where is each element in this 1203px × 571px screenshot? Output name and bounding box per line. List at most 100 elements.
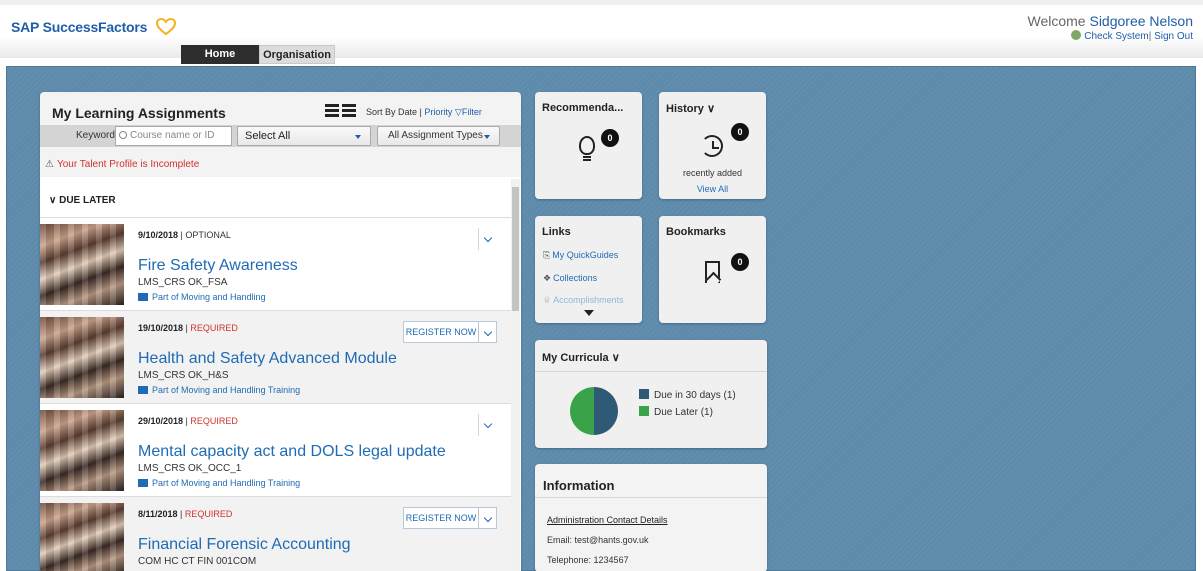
folder-icon bbox=[138, 293, 148, 301]
course-code: COM HC CT FIN 001COM bbox=[138, 556, 257, 567]
part-of-link[interactable]: Part of Moving and Handling Training bbox=[138, 478, 300, 488]
count-badge: 0 bbox=[731, 253, 749, 271]
panel-title[interactable]: My Curricula ∨ bbox=[542, 351, 620, 364]
group-label: DUE LATER bbox=[59, 195, 116, 206]
tile-title: Links bbox=[542, 226, 571, 238]
folder-icon bbox=[138, 386, 148, 394]
row-menu-chevron[interactable] bbox=[478, 228, 497, 250]
tab-organisation[interactable]: Organisation bbox=[259, 45, 335, 64]
register-options-chevron[interactable] bbox=[478, 321, 497, 343]
talent-warning-text: Your Talent Profile is Incomplete bbox=[56, 159, 200, 170]
sort-priority-link[interactable]: Priority bbox=[424, 107, 452, 117]
scroll-down-arrow-icon[interactable] bbox=[584, 310, 594, 316]
contact-telephone: Telephone: 1234567 bbox=[547, 555, 629, 565]
course-thumbnail[interactable] bbox=[40, 503, 124, 571]
sort-by-date[interactable]: Sort By Date | bbox=[366, 107, 422, 117]
course-title-link[interactable]: Financial Forensic Accounting bbox=[138, 536, 351, 554]
panel-title: My Learning Assignments bbox=[52, 105, 226, 121]
link-label: Collections bbox=[553, 273, 598, 283]
link-accomplishments[interactable]: ♕ Accomplishments bbox=[543, 295, 624, 306]
scrollbar-thumb[interactable] bbox=[512, 187, 519, 311]
count-badge: 0 bbox=[601, 129, 619, 147]
assignment-row: 9/10/2018 | OPTIONAL Fire Safety Awarene… bbox=[40, 217, 511, 310]
sign-out-link[interactable]: Sign Out bbox=[1154, 31, 1193, 42]
legend-due-30-days: Due in 30 days (1) bbox=[639, 389, 736, 401]
course-thumbnail[interactable] bbox=[40, 410, 124, 491]
curricula-title: My Curricula bbox=[542, 352, 609, 364]
legend-swatch bbox=[639, 406, 649, 416]
information-panel: Information Administration Contact Detai… bbox=[535, 464, 767, 571]
assignment-list: ∨ DUE LATER 9/10/2018 | OPTIONAL Fire Sa… bbox=[40, 177, 521, 571]
welcome-area: Welcome Sidgoree Nelson Check System| Si… bbox=[1028, 13, 1194, 42]
chevron-down-icon: ∨ bbox=[49, 195, 57, 206]
view-toggle bbox=[325, 104, 359, 118]
divider bbox=[535, 497, 767, 498]
view-all-link[interactable]: View All bbox=[659, 184, 766, 194]
course-title-link[interactable]: Health and Safety Advanced Module bbox=[138, 350, 397, 368]
history-clock-icon bbox=[701, 135, 723, 157]
assignment-status: REQUIRED bbox=[190, 323, 238, 333]
keyword-search-input[interactable]: Course name or ID bbox=[115, 126, 232, 146]
chevron-down-icon: ∨ bbox=[706, 103, 716, 115]
welcome-text: Welcome bbox=[1027, 13, 1086, 29]
main-tabs: Home Organisation bbox=[181, 45, 335, 64]
history-tile[interactable]: History ∨ 0 recently added View All bbox=[659, 92, 766, 199]
course-thumbnail[interactable] bbox=[40, 317, 124, 398]
course-thumbnail[interactable] bbox=[40, 224, 124, 305]
scrollbar[interactable] bbox=[511, 179, 520, 571]
admin-contact-link[interactable]: Administration Contact Details bbox=[547, 515, 668, 525]
links-tile: Links ⎘ My QuickGuides ❖ Collections ♕ Acco… bbox=[535, 216, 642, 323]
part-of-text: Part of Moving and Handling Training bbox=[152, 478, 301, 488]
tab-home[interactable]: Home bbox=[181, 45, 259, 64]
quickguide-icon: ⎘ bbox=[543, 250, 551, 260]
link-my-quickguides[interactable]: ⎘ My QuickGuides bbox=[543, 250, 618, 261]
count-badge: 0 bbox=[731, 123, 749, 141]
sort-bar: Sort By Date | Priority ▽Filter bbox=[366, 107, 482, 118]
warning-icon: ⚠ bbox=[45, 159, 54, 170]
talent-profile-warning[interactable]: ⚠ Your Talent Profile is Incomplete bbox=[45, 159, 199, 170]
assignment-types-dropdown[interactable]: All Assignment Types bbox=[377, 126, 500, 146]
filter-link[interactable]: Filter bbox=[462, 107, 482, 117]
register-now-button[interactable]: REGISTER NOW bbox=[403, 321, 479, 343]
register-options-chevron[interactable] bbox=[478, 507, 497, 529]
part-of-link[interactable]: Part of Moving and Handling Training bbox=[138, 385, 300, 395]
course-code: LMS_CRS OK_OCC_1 bbox=[138, 463, 242, 474]
recently-added-label: recently added bbox=[682, 168, 743, 178]
assignment-meta: 19/10/2018 | REQUIRED bbox=[138, 323, 238, 333]
dropdown-arrow-icon bbox=[355, 135, 361, 139]
legend-label: Due Later (1) bbox=[654, 407, 713, 418]
bookmark-icon bbox=[705, 261, 720, 283]
tile-title[interactable]: History ∨ bbox=[666, 102, 715, 115]
keyword-placeholder: Course name or ID bbox=[130, 130, 215, 141]
due-date: 8/11/2018 bbox=[138, 509, 178, 519]
check-system-link[interactable]: Check System bbox=[1084, 31, 1148, 42]
assignment-row: 8/11/2018 | REQUIRED Financial Forensic … bbox=[40, 496, 511, 571]
collections-icon: ❖ bbox=[543, 273, 552, 283]
bookmarks-tile[interactable]: Bookmarks 0 bbox=[659, 216, 766, 323]
due-later-toggle[interactable]: ∨ DUE LATER bbox=[49, 195, 116, 206]
due-date: 29/10/2018 bbox=[138, 416, 184, 426]
user-name-link[interactable]: Sidgoree Nelson bbox=[1089, 13, 1193, 29]
part-of-link[interactable]: Part of Moving and Handling bbox=[138, 292, 266, 302]
lightbulb-base bbox=[583, 156, 591, 161]
sap-logo[interactable]: SAP SuccessFactors bbox=[11, 19, 147, 35]
recommendations-tile[interactable]: Recommenda... 0 bbox=[535, 92, 642, 199]
search-icon bbox=[119, 131, 127, 139]
row-menu-chevron[interactable] bbox=[478, 414, 497, 436]
register-now-button[interactable]: REGISTER NOW bbox=[403, 507, 479, 529]
filter-icon[interactable]: ▽ bbox=[455, 107, 462, 117]
list-view-icon[interactable] bbox=[325, 104, 339, 117]
link-collections[interactable]: ❖ Collections bbox=[543, 273, 597, 284]
chevron-down-icon: ∨ bbox=[611, 352, 620, 364]
curricula-pie-chart[interactable] bbox=[570, 387, 618, 435]
compact-view-icon[interactable] bbox=[342, 104, 356, 117]
select-all-dropdown[interactable]: Select All bbox=[237, 126, 371, 146]
assignment-row: 29/10/2018 | REQUIRED Mental capacity ac… bbox=[40, 403, 511, 496]
course-title-link[interactable]: Mental capacity act and DOLS legal updat… bbox=[138, 443, 446, 461]
contact-email: Email: test@hants.gov.uk bbox=[547, 535, 649, 545]
my-curricula-panel: My Curricula ∨ Due in 30 days (1) Due La… bbox=[535, 340, 767, 448]
lightbulb-icon bbox=[579, 136, 595, 155]
due-date: 9/10/2018 bbox=[138, 230, 179, 240]
course-title-link[interactable]: Fire Safety Awareness bbox=[138, 257, 298, 275]
dropdown-arrow-icon bbox=[484, 135, 490, 139]
